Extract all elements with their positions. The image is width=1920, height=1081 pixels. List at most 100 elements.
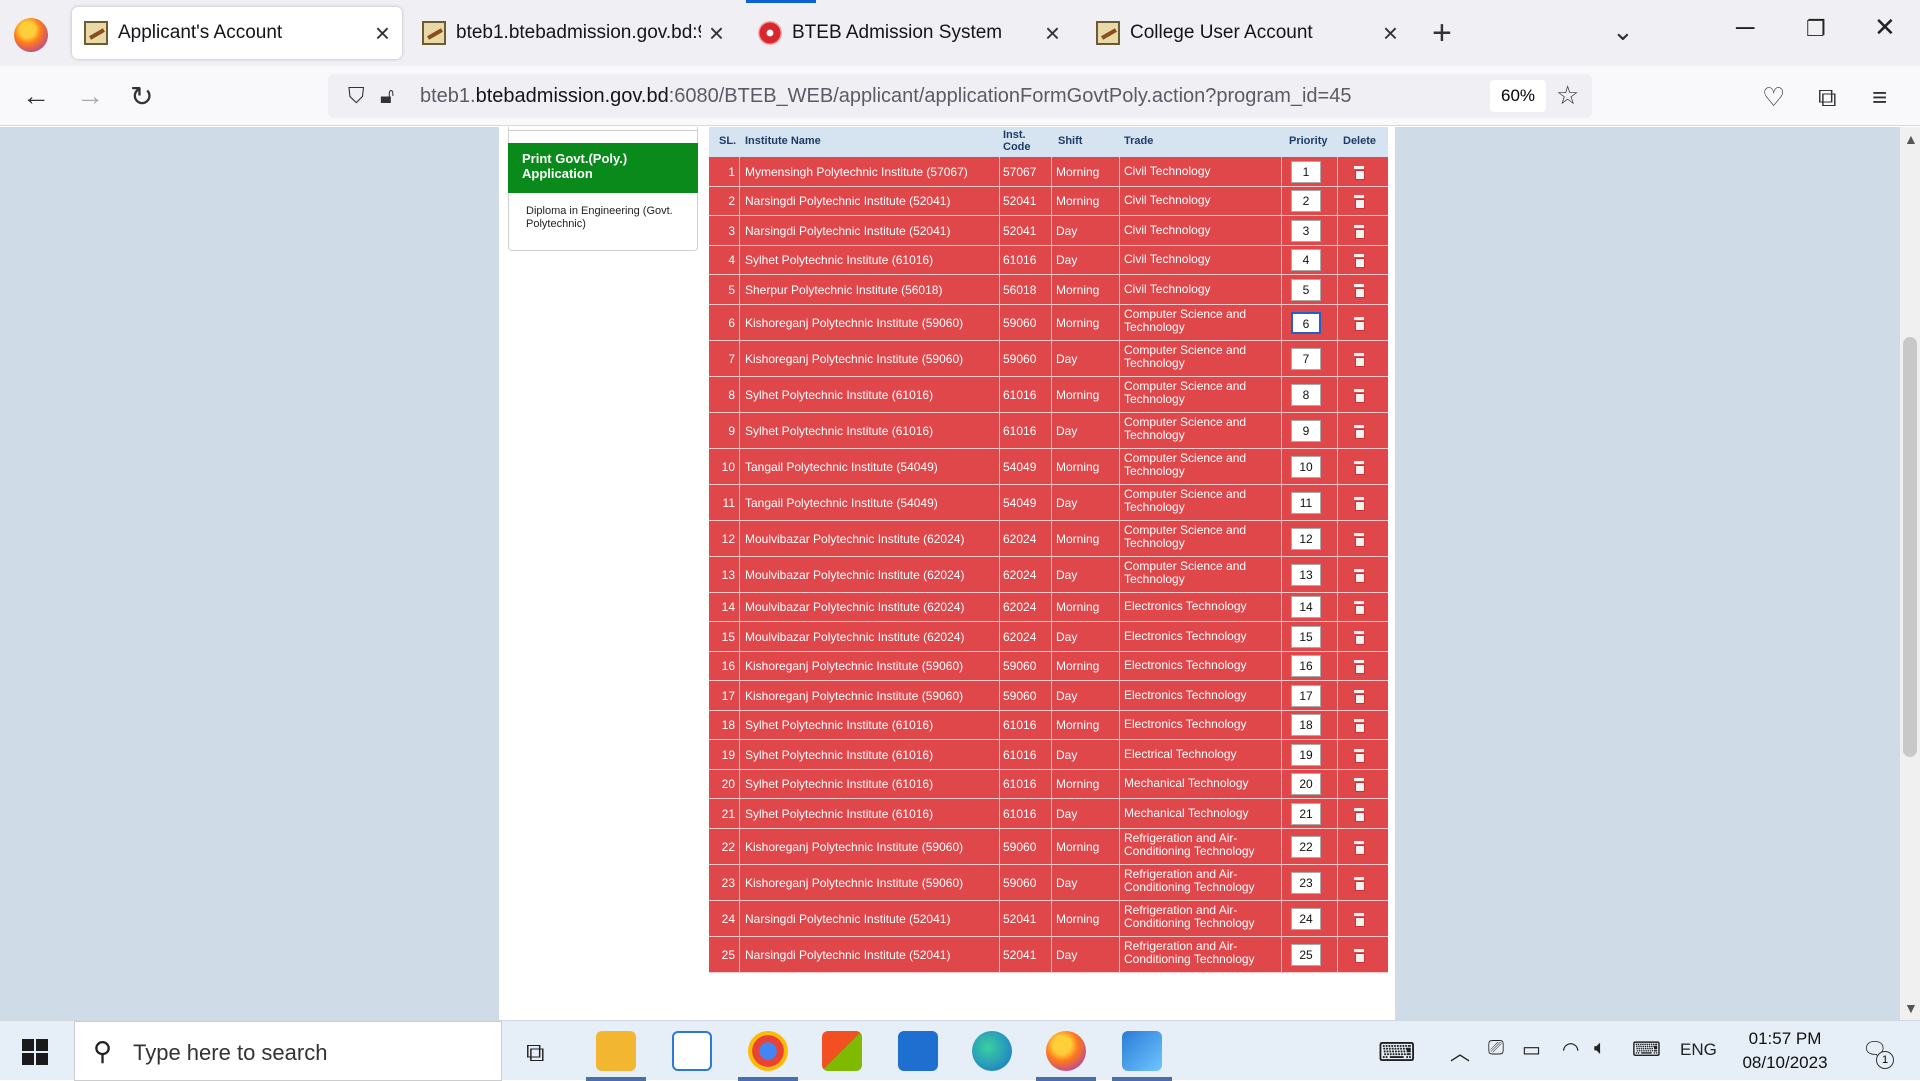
file-explorer-icon[interactable]	[596, 1031, 636, 1071]
delete-icon[interactable]	[1353, 352, 1365, 367]
taskbar-search-box[interactable]: ⚲ Type here to search	[74, 1021, 502, 1081]
tab-bteb1[interactable]: bteb1.btebadmission.gov.bd:90 ×	[410, 7, 736, 59]
wifi-icon[interactable]: ◠	[1562, 1037, 1579, 1062]
restore-icon[interactable]: ❐	[1806, 16, 1826, 42]
delete-icon[interactable]	[1353, 424, 1365, 439]
delete-icon[interactable]	[1353, 630, 1365, 645]
priority-input[interactable]: 13	[1291, 563, 1321, 586]
language-indicator[interactable]: ENG	[1680, 1040, 1717, 1060]
tab-applicants-account[interactable]: Applicant's Account ×	[72, 7, 402, 59]
diploma-engineering-link[interactable]: Diploma in Engineering (Govt. Polytechni…	[526, 205, 686, 231]
priority-input[interactable]: 11	[1291, 491, 1321, 514]
delete-icon[interactable]	[1353, 283, 1365, 298]
delete-icon[interactable]	[1353, 748, 1365, 763]
scroll-thumb[interactable]	[1903, 337, 1917, 757]
scroll-down-icon[interactable]: ▼	[1904, 1000, 1918, 1016]
delete-icon[interactable]	[1353, 948, 1365, 963]
volume-icon[interactable]: 🔈︎	[1594, 1037, 1606, 1060]
touch-keyboard-icon[interactable]: ⌨	[1632, 1037, 1661, 1062]
delete-icon[interactable]	[1353, 224, 1365, 239]
minimize-icon[interactable]: ─	[1736, 12, 1754, 43]
clock[interactable]: 01:57 PM 08/10/2023	[1730, 1027, 1840, 1075]
firefox-icon[interactable]	[1046, 1031, 1086, 1071]
delete-icon[interactable]	[1353, 532, 1365, 547]
delete-icon[interactable]	[1353, 316, 1365, 331]
tab-college-user-account[interactable]: College User Account ×	[1084, 7, 1410, 59]
priority-input[interactable]: 4	[1291, 249, 1321, 272]
zoom-level-button[interactable]: 60%	[1490, 80, 1546, 112]
delete-icon[interactable]	[1353, 689, 1365, 704]
tab-bteb-admission-system[interactable]: BTEB Admission System ×	[746, 7, 1072, 59]
priority-input[interactable]: 16	[1291, 655, 1321, 678]
priority-input[interactable]: 14	[1291, 596, 1321, 619]
keyboard-layout-icon[interactable]: ⌨	[1378, 1037, 1416, 1068]
priority-input[interactable]: 24	[1291, 907, 1321, 930]
close-tab-icon[interactable]: ×	[375, 18, 390, 49]
page-scrollbar[interactable]: ▲ ▼	[1900, 127, 1920, 1020]
priority-input[interactable]: 3	[1291, 219, 1321, 242]
scroll-up-icon[interactable]: ▲	[1904, 131, 1918, 147]
priority-input[interactable]: 1	[1291, 160, 1321, 183]
tracking-shield-icon[interactable]: ⛉	[348, 83, 365, 109]
priority-input[interactable]: 21	[1291, 802, 1321, 825]
priority-input[interactable]: 15	[1291, 625, 1321, 648]
delete-icon[interactable]	[1353, 778, 1365, 793]
task-view-icon[interactable]: ⧉	[526, 1037, 545, 1069]
microsoft-store-icon[interactable]	[822, 1031, 862, 1071]
hamburger-menu-icon[interactable]: ≡	[1872, 82, 1887, 113]
priority-input[interactable]: 2	[1291, 190, 1321, 213]
priority-input[interactable]: 7	[1291, 347, 1321, 370]
chrome-icon[interactable]	[748, 1031, 788, 1071]
bookmark-star-icon[interactable]: ☆	[1556, 80, 1579, 111]
close-tab-icon[interactable]: ×	[709, 18, 724, 49]
delete-icon[interactable]	[1353, 840, 1365, 855]
pocket-icon[interactable]: ♡	[1762, 82, 1785, 113]
forward-arrow-icon[interactable]: →	[76, 80, 104, 112]
priority-input[interactable]: 6	[1291, 311, 1321, 334]
priority-input[interactable]: 17	[1291, 684, 1321, 707]
address-bar[interactable]: ⛉ 🔓︎ bteb1.btebadmission.gov.bd:6080/BTE…	[328, 74, 1592, 118]
delete-icon[interactable]	[1353, 388, 1365, 403]
close-window-icon[interactable]: ✕	[1874, 12, 1896, 43]
photos-icon[interactable]	[1122, 1031, 1162, 1071]
delete-icon[interactable]	[1353, 496, 1365, 511]
priority-input[interactable]: 22	[1291, 835, 1321, 858]
back-arrow-icon[interactable]: ←	[22, 80, 50, 112]
windows-start-icon[interactable]	[22, 1039, 48, 1065]
new-tab-icon[interactable]: +	[1432, 14, 1452, 53]
print-application-button[interactable]: Print Govt.(Poly.) Application	[508, 143, 698, 193]
delete-icon[interactable]	[1353, 876, 1365, 891]
close-tab-icon[interactable]: ×	[1383, 18, 1398, 49]
insecure-lock-icon[interactable]: 🔓︎	[380, 83, 394, 109]
priority-input[interactable]: 10	[1291, 455, 1321, 478]
priority-input[interactable]: 5	[1291, 278, 1321, 301]
priority-input[interactable]: 18	[1291, 714, 1321, 737]
priority-input[interactable]: 23	[1291, 871, 1321, 894]
show-hidden-icons-icon[interactable]: ︿	[1450, 1037, 1470, 1066]
mail-icon[interactable]	[898, 1031, 938, 1071]
priority-input[interactable]: 9	[1291, 419, 1321, 442]
priority-input[interactable]: 20	[1291, 773, 1321, 796]
close-tab-icon[interactable]: ×	[1045, 18, 1060, 49]
meet-now-icon[interactable]: ⎚	[1488, 1037, 1504, 1060]
battery-icon[interactable]: ▭	[1522, 1037, 1541, 1062]
extensions-icon[interactable]: ⧉	[1818, 82, 1837, 114]
edge-icon[interactable]	[972, 1031, 1012, 1071]
chevron-down-icon[interactable]: ⌄	[1612, 16, 1634, 47]
delete-icon[interactable]	[1353, 460, 1365, 475]
priority-input[interactable]: 8	[1291, 383, 1321, 406]
firefox-menu-icon[interactable]	[14, 18, 48, 52]
delete-icon[interactable]	[1353, 719, 1365, 734]
priority-input[interactable]: 12	[1291, 527, 1321, 550]
delete-icon[interactable]	[1353, 195, 1365, 210]
delete-icon[interactable]	[1353, 807, 1365, 822]
priority-input[interactable]: 25	[1291, 943, 1321, 966]
app-icon[interactable]	[672, 1031, 712, 1071]
delete-icon[interactable]	[1353, 568, 1365, 583]
delete-icon[interactable]	[1353, 254, 1365, 269]
delete-icon[interactable]	[1353, 912, 1365, 927]
delete-icon[interactable]	[1353, 660, 1365, 675]
reload-icon[interactable]: ↻	[130, 80, 153, 113]
delete-icon[interactable]	[1353, 601, 1365, 616]
priority-input[interactable]: 19	[1291, 743, 1321, 766]
